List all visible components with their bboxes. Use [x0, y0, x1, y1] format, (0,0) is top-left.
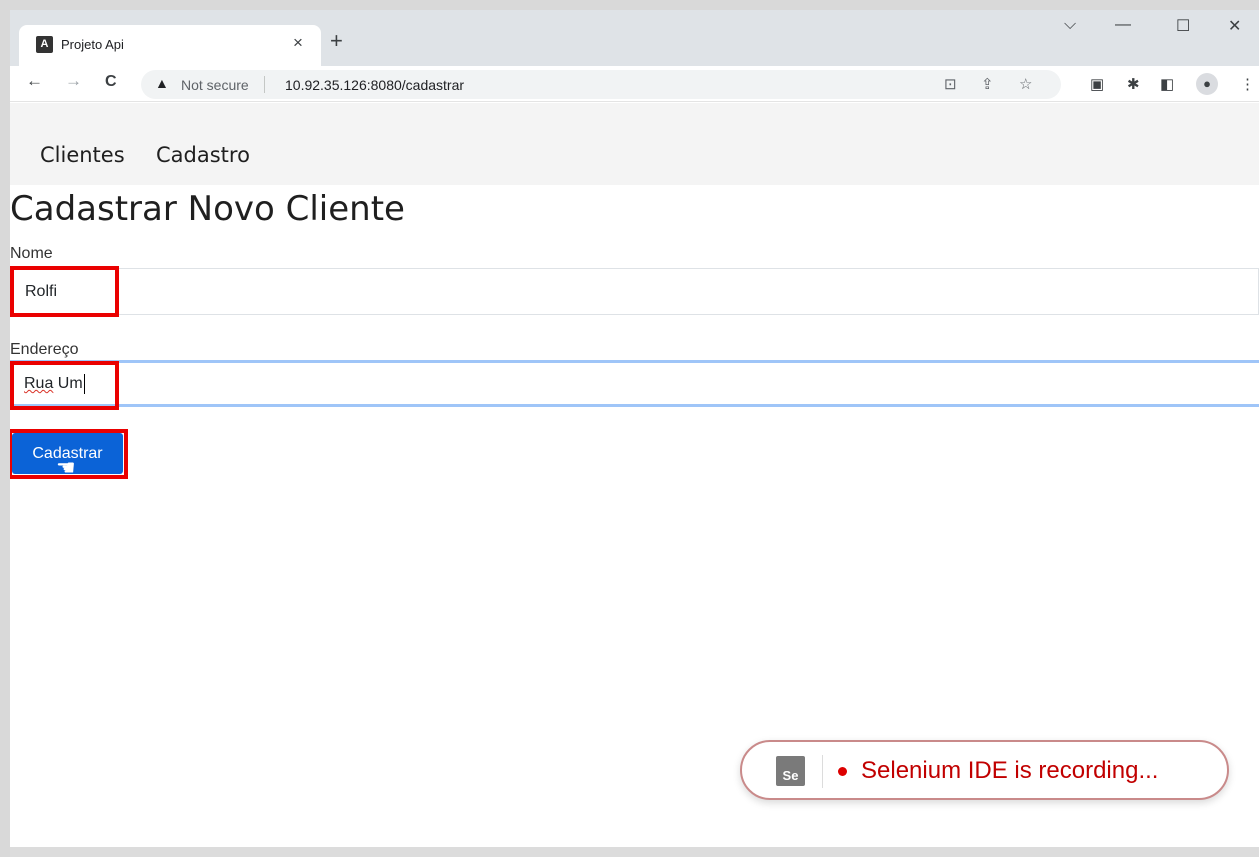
new-tab-button[interactable]: + [330, 28, 343, 54]
selenium-status-text: Selenium IDE is recording... [861, 757, 1159, 784]
app-navbar: Clientes Cadastro [10, 103, 1259, 185]
tab-search-icon[interactable]: ⌵ [1064, 16, 1076, 34]
profile-avatar-icon[interactable]: ● [1196, 73, 1218, 95]
horizontal-scrollbar[interactable] [10, 847, 1259, 857]
warning-icon[interactable]: ▲ [155, 75, 169, 91]
page-title: Cadastrar Novo Cliente [10, 189, 405, 229]
minimize-button[interactable]: — [1115, 16, 1131, 34]
address-bar[interactable]: ▲ Not secure 10.92.35.126:8080/cadastrar… [141, 70, 1061, 99]
selenium-separator [822, 755, 823, 788]
translate-icon[interactable]: ⊡ [944, 75, 957, 93]
nome-input[interactable]: Rolfi [10, 268, 1259, 315]
address-separator [264, 76, 265, 93]
browser-window: A Projeto Api × + ⌵ — ☐ ✕ ← → C ▲ Not se… [10, 10, 1259, 857]
browser-toolbar: ← → C ▲ Not secure 10.92.35.126:8080/cad… [10, 66, 1259, 102]
url-text[interactable]: 10.92.35.126:8080/cadastrar [285, 77, 464, 93]
selenium-logo-icon: Se [776, 756, 805, 786]
nav-link-clientes[interactable]: Clientes [40, 143, 125, 167]
tab-close-icon[interactable]: × [293, 33, 303, 53]
maximize-button[interactable]: ☐ [1176, 16, 1190, 36]
back-button[interactable]: ← [26, 71, 43, 91]
endereco-input[interactable]: Rua Um [10, 360, 1259, 407]
side-panel-icon[interactable]: ◧ [1160, 75, 1174, 93]
selenium-extension-icon[interactable]: ▣ [1090, 75, 1104, 93]
forward-button[interactable]: → [65, 71, 82, 91]
hand-cursor-icon: ☚ [56, 455, 76, 480]
tab-title: Projeto Api [61, 37, 124, 52]
menu-kebab-icon[interactable]: ⋮ [1240, 75, 1255, 93]
extensions-puzzle-icon[interactable]: ✱ [1127, 75, 1140, 93]
recording-dot-icon [838, 767, 847, 776]
selenium-recording-indicator[interactable]: Se Selenium IDE is recording... [740, 740, 1229, 800]
angular-favicon-icon: A [36, 36, 53, 53]
nav-link-cadastro[interactable]: Cadastro [156, 143, 250, 167]
endereco-label: Endereço [10, 341, 79, 358]
close-window-button[interactable]: ✕ [1228, 16, 1241, 36]
tab-strip: A Projeto Api × + ⌵ — ☐ ✕ [10, 10, 1259, 66]
browser-tab[interactable]: A Projeto Api × [19, 25, 321, 66]
share-icon[interactable]: ⇪ [981, 75, 994, 93]
recording-highlight-endereco [10, 361, 119, 410]
recording-highlight-nome [10, 266, 119, 317]
nome-label: Nome [10, 245, 53, 262]
bookmark-star-icon[interactable]: ☆ [1019, 75, 1032, 93]
reload-button[interactable]: C [105, 73, 117, 91]
security-label[interactable]: Not secure [181, 77, 249, 93]
